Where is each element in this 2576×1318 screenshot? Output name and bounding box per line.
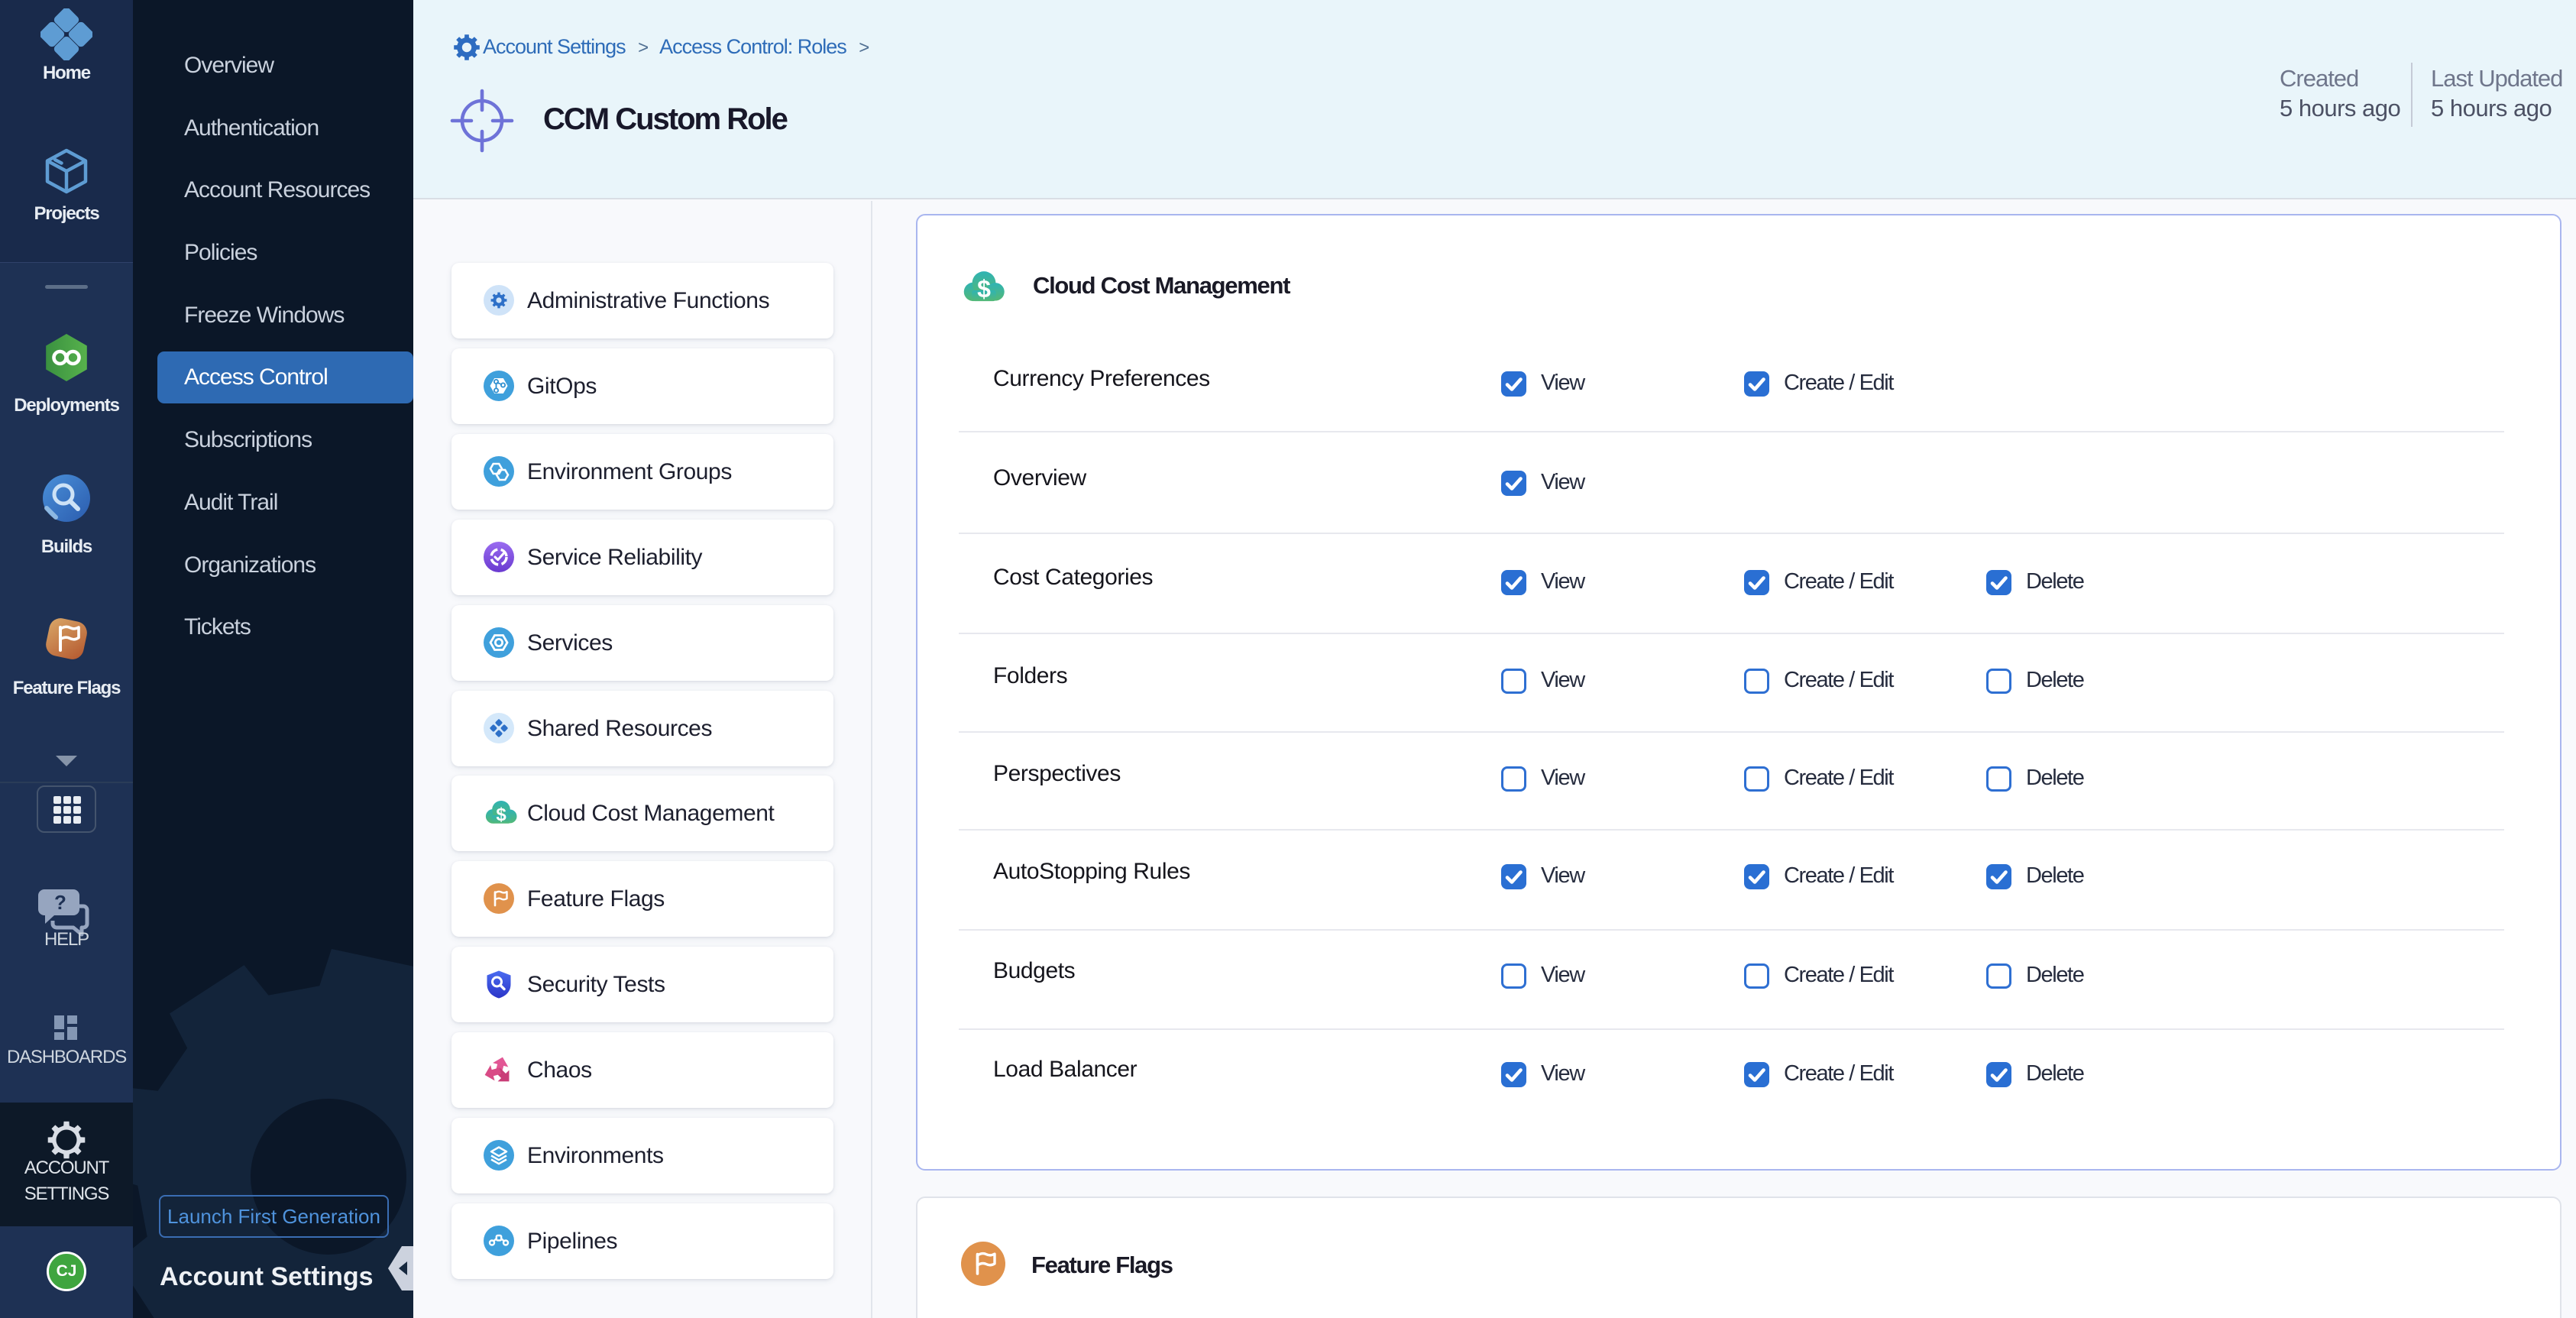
- svg-text:$: $: [977, 275, 991, 303]
- svg-text:$: $: [496, 805, 506, 825]
- svg-text:?: ?: [54, 891, 66, 914]
